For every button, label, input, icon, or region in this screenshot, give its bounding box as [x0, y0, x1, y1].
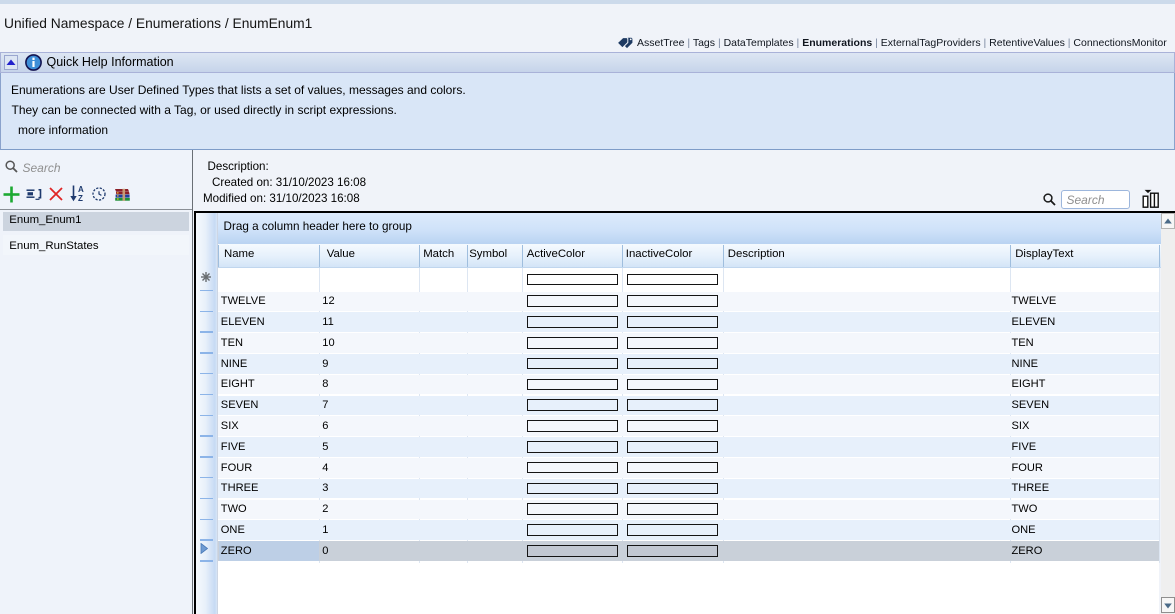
- svg-text:A: A: [78, 185, 84, 194]
- svg-text:Z: Z: [78, 194, 83, 202]
